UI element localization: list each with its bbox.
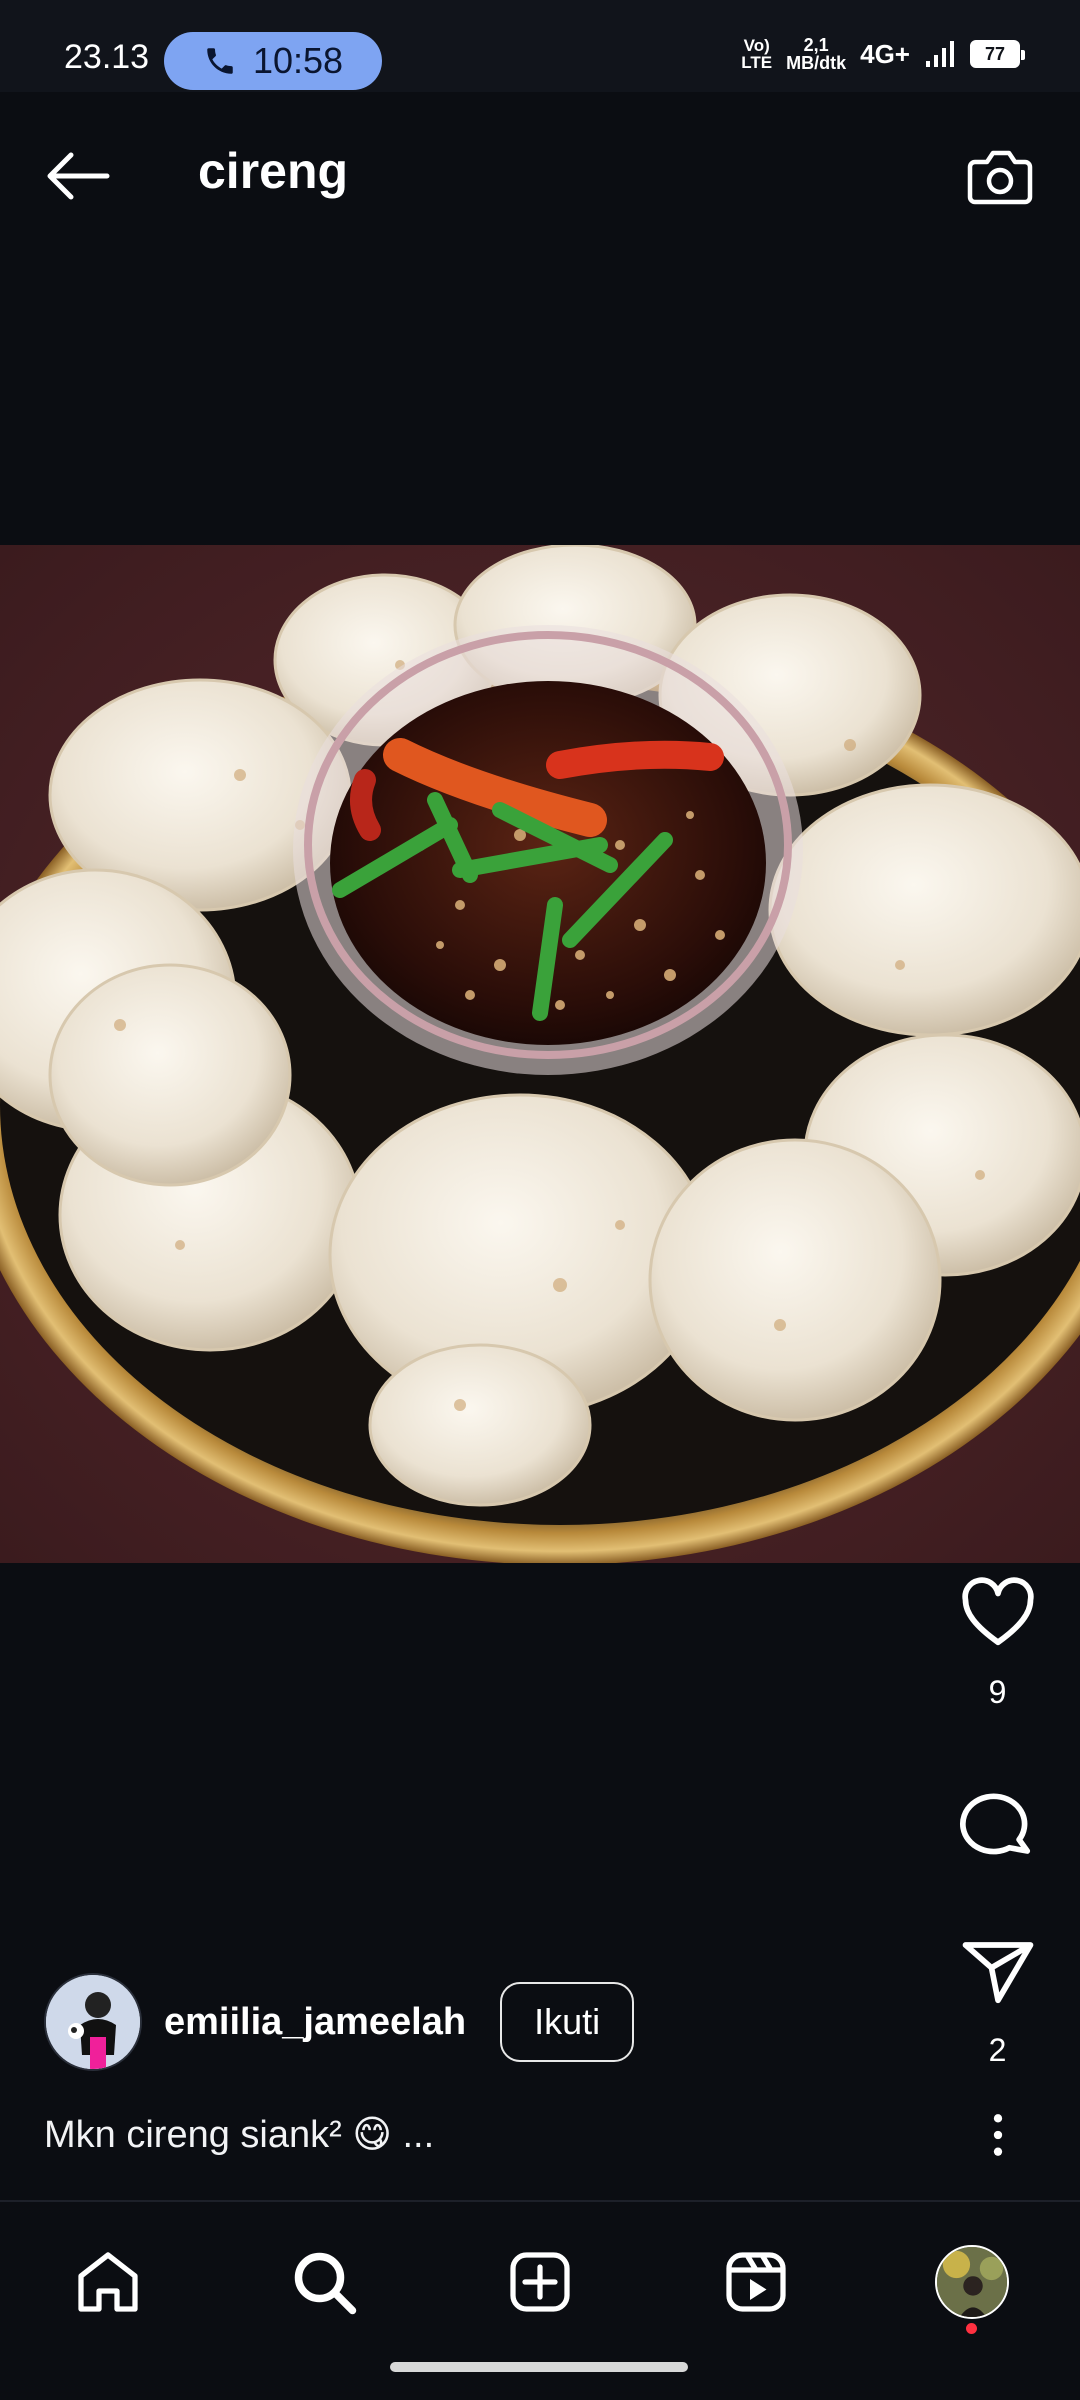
notification-dot — [966, 2323, 977, 2334]
profile-avatar — [935, 2245, 1009, 2319]
post-image[interactable] — [0, 545, 1080, 1563]
heart-icon[interactable] — [959, 1574, 1037, 1652]
nav-reels[interactable] — [706, 2232, 806, 2332]
reels-icon — [726, 2252, 786, 2312]
author-username[interactable]: emiilia_jameelah — [164, 2001, 466, 2044]
post-caption[interactable]: Mkn cireng siank² 😋 ... — [44, 2112, 434, 2157]
nav-home[interactable] — [58, 2232, 158, 2332]
bottom-navigation — [0, 2200, 1080, 2400]
search-icon — [294, 2252, 357, 2315]
home-icon — [78, 2252, 138, 2312]
status-bar: 23.13 10:58 Vo) LTE 2,1 MB/dtk 4G+ 77 — [0, 0, 1080, 92]
back-button[interactable] — [38, 136, 118, 216]
signal-icon — [926, 41, 954, 67]
top-bar: cireng — [0, 92, 1080, 252]
create-icon — [510, 2252, 570, 2312]
ongoing-call-pill[interactable]: 10:58 — [164, 32, 382, 90]
share-count: 2 — [988, 2032, 1007, 2068]
share-action: 2 — [915, 1932, 1080, 2069]
send-icon[interactable] — [959, 1932, 1037, 2010]
status-time: 23.13 — [64, 38, 150, 76]
follow-button[interactable]: Ikuti — [500, 1982, 635, 2062]
network-type: 4G+ — [860, 38, 910, 69]
more-action — [915, 2110, 1080, 2160]
call-duration: 10:58 — [252, 40, 344, 81]
camera-icon — [967, 150, 1033, 205]
comment-icon[interactable] — [959, 1786, 1037, 1864]
page-title: cireng — [198, 143, 349, 199]
network-speed: 2,1 MB/dtk — [786, 35, 847, 73]
food-photo — [0, 545, 1080, 1563]
phone-icon — [207, 48, 233, 74]
volte-indicator: Vo) LTE — [741, 36, 773, 72]
home-indicator[interactable] — [390, 2362, 688, 2372]
profile-photo — [937, 2247, 1007, 2317]
camera-button[interactable] — [960, 136, 1040, 216]
like-count: 9 — [988, 1674, 1007, 1710]
more-options-icon[interactable] — [973, 2110, 1023, 2160]
status-indicators: Vo) LTE 2,1 MB/dtk 4G+ 77 — [741, 35, 1025, 73]
avatar-image — [46, 1975, 140, 2069]
battery-icon: 77 — [970, 40, 1025, 68]
nav-search[interactable] — [274, 2232, 374, 2332]
nav-create[interactable] — [490, 2232, 590, 2332]
nav-profile[interactable] — [922, 2232, 1022, 2334]
comment-action — [915, 1786, 1080, 1864]
arrow-left-icon — [47, 152, 110, 200]
author-row: emiilia_jameelah Ikuti — [44, 1972, 635, 2072]
author-avatar[interactable] — [44, 1973, 142, 2071]
like-action: 9 — [915, 1574, 1080, 1711]
